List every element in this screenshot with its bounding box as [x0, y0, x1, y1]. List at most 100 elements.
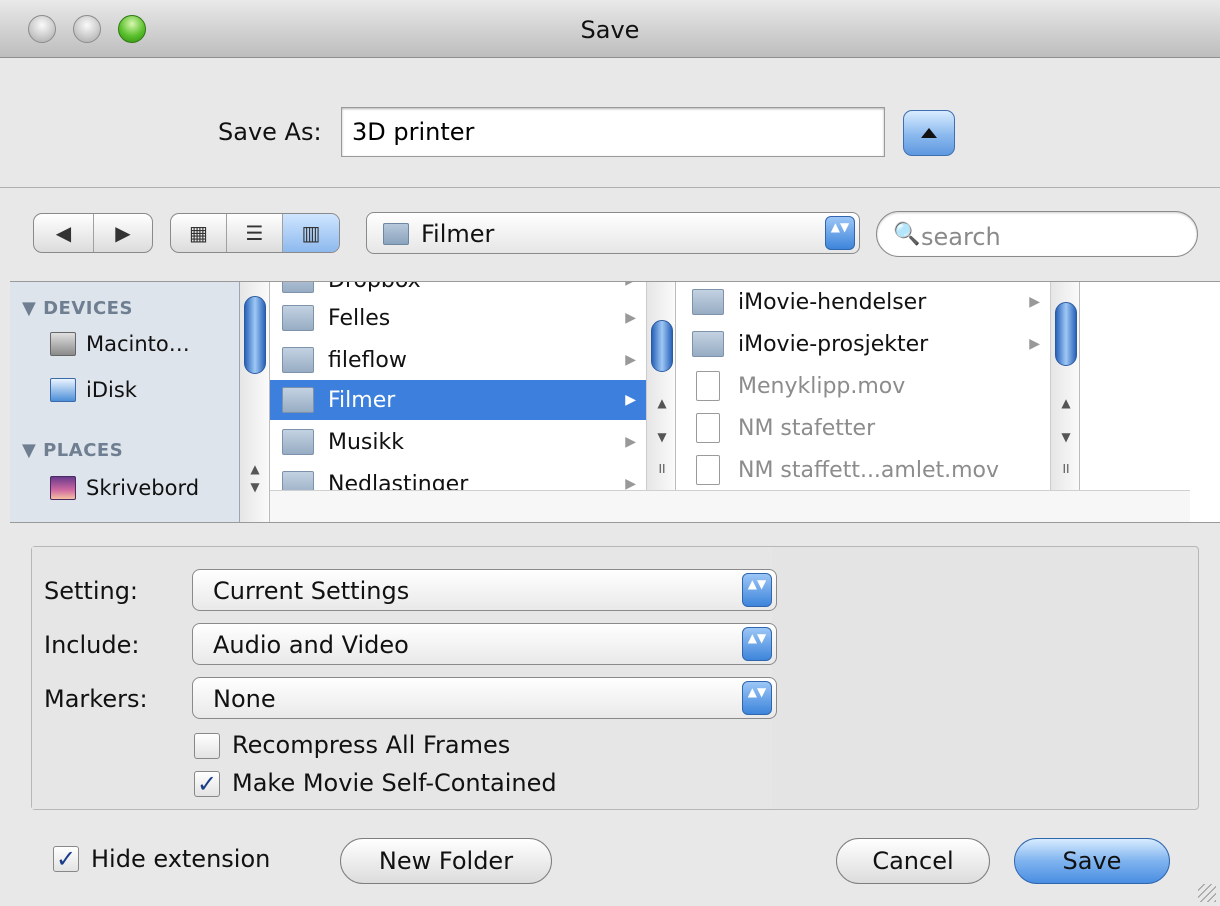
search-icon: 🔍	[893, 222, 921, 247]
save-button[interactable]: Save	[1014, 838, 1170, 884]
music-folder-icon	[282, 429, 314, 455]
include-select[interactable]: Audio and Video ▲▼	[192, 623, 777, 665]
list-item-label: NM stafetter	[738, 415, 876, 441]
scroll-down-icon[interactable]: ▼	[1056, 430, 1076, 446]
cancel-button[interactable]: Cancel	[836, 838, 990, 884]
column-view-button[interactable]: ▥	[283, 214, 339, 252]
sidebar-scrollbar[interactable]: ▲ ▼	[240, 282, 270, 522]
scroll-up-icon[interactable]: ▲	[652, 396, 672, 412]
disclosure-arrow-icon: ▶	[1029, 336, 1040, 352]
movies-folder-icon	[383, 223, 409, 245]
self-contained-checkbox[interactable]: ✓	[194, 771, 220, 797]
disclosure-arrow-icon: ▶	[1029, 294, 1040, 310]
file-browser: ▼ DEVICES Macinto… iDisk ▼ PLACES Skrive…	[10, 281, 1220, 523]
scroll-up-icon[interactable]: ▲	[245, 462, 265, 478]
search-field[interactable]: 🔍 search	[876, 211, 1198, 257]
places-header[interactable]: ▼ PLACES	[22, 440, 123, 461]
disclosure-arrow-icon: ▶	[625, 352, 636, 368]
save-as-label: Save As:	[218, 118, 322, 146]
disclosure-arrow-icon: ▶	[625, 392, 636, 408]
recompress-checkbox[interactable]	[194, 733, 220, 759]
sidebar-item-label: iDisk	[86, 378, 137, 402]
desktop-icon	[50, 476, 76, 500]
list-item[interactable]: iMovie-hendelser ▶	[680, 282, 1050, 322]
list-icon: ☰	[245, 221, 264, 245]
list-item[interactable]: NM stafetter	[680, 408, 1050, 448]
list-item[interactable]: iMovie-prosjekter ▶	[680, 324, 1050, 364]
icon-view-button[interactable]: ▦	[171, 214, 227, 252]
setting-select[interactable]: Current Settings ▲▼	[192, 569, 777, 611]
save-as-area: Save As:	[0, 58, 1220, 188]
hard-drive-icon	[50, 332, 76, 356]
markers-value: None	[213, 685, 276, 713]
columns-icon: ▥	[301, 221, 321, 245]
list-item-label: Filmer	[328, 387, 396, 413]
list-item[interactable]: Menyklipp.mov	[680, 366, 1050, 406]
grid-icon: ▦	[189, 221, 208, 245]
folder-icon	[282, 282, 314, 293]
sidebar-item-label: Skrivebord	[86, 476, 200, 500]
disclosure-up-icon	[921, 128, 937, 138]
resize-grip-icon[interactable]	[1198, 884, 1216, 902]
column-1-scrollbar[interactable]: ▲ ▼ II	[646, 282, 676, 490]
select-stepper-icon: ▲▼	[742, 627, 772, 661]
movie-file-icon	[696, 371, 720, 401]
markers-label: Markers:	[44, 685, 148, 713]
list-item-label: Musikk	[328, 429, 404, 455]
column-2: iMovie-hendelser ▶ iMovie-prosjekter ▶ M…	[680, 282, 1050, 490]
movies-folder-icon	[282, 387, 314, 413]
sidebar-scroll-thumb[interactable]	[244, 296, 266, 374]
list-item-selected[interactable]: Filmer ▶	[270, 380, 646, 420]
column-1-scroll-thumb[interactable]	[651, 320, 673, 372]
sidebar-item-skrivebord[interactable]: Skrivebord	[50, 476, 199, 500]
include-label: Include:	[44, 631, 140, 659]
folder-icon	[692, 289, 724, 315]
sidebar-item-idisk[interactable]: iDisk	[50, 378, 137, 402]
hide-extension-checkbox[interactable]: ✓	[53, 846, 79, 872]
horizontal-scrollbar[interactable]	[270, 490, 1190, 522]
list-item-label: NM staffett...amlet.mov	[738, 457, 1000, 483]
view-mode-control: ▦ ☰ ▥	[170, 213, 340, 253]
column-1: Dropbox ▶ Felles ▶ fileflow ▶ Filmer ▶ M…	[270, 282, 646, 490]
list-item[interactable]: Nedlastinger ▶	[270, 464, 646, 490]
back-button[interactable]: ◀	[34, 214, 94, 252]
disclosure-arrow-icon: ▶	[625, 434, 636, 450]
list-item[interactable]: Musikk ▶	[270, 422, 646, 462]
list-item[interactable]: fileflow ▶	[270, 340, 646, 380]
collapse-dialog-button[interactable]	[903, 110, 955, 156]
column-resize-handle-icon[interactable]: II	[652, 462, 672, 478]
search-placeholder: search	[921, 223, 1001, 251]
disclosure-arrow-icon: ▶	[625, 282, 636, 288]
include-value: Audio and Video	[213, 631, 409, 659]
list-item-label: Dropbox	[328, 282, 421, 293]
list-item[interactable]: NM staffett...amlet.mov	[680, 450, 1050, 490]
recompress-label: Recompress All Frames	[232, 731, 511, 759]
column-2-scroll-thumb[interactable]	[1055, 302, 1077, 366]
movie-file-icon	[696, 455, 720, 485]
scroll-up-icon[interactable]: ▲	[1056, 396, 1076, 412]
sidebar-item-macintosh[interactable]: Macinto…	[50, 332, 190, 356]
forward-button[interactable]: ▶	[94, 214, 152, 252]
shared-folder-icon	[282, 305, 314, 331]
save-as-input[interactable]	[341, 107, 885, 157]
list-item[interactable]: Felles ▶	[270, 298, 646, 338]
folder-icon	[282, 347, 314, 373]
list-view-button[interactable]: ☰	[227, 214, 283, 252]
checkmark-icon: ✓	[55, 845, 77, 873]
scroll-down-icon[interactable]: ▼	[652, 430, 672, 446]
new-folder-button[interactable]: New Folder	[340, 838, 552, 884]
column-resize-handle-icon[interactable]: II	[1056, 462, 1076, 478]
window-title: Save	[580, 16, 640, 44]
back-arrow-icon: ◀	[55, 221, 72, 245]
scroll-down-icon[interactable]: ▼	[245, 480, 265, 496]
devices-header[interactable]: ▼ DEVICES	[22, 298, 133, 319]
location-popup[interactable]: Filmer ▲▼	[366, 212, 860, 254]
title-bar: Save	[0, 0, 1220, 58]
markers-select[interactable]: None ▲▼	[192, 677, 777, 719]
toolbar: ◀ ▶ ▦ ☰ ▥ Filmer ▲▼ 🔍 search	[0, 189, 1220, 281]
back-forward-control: ◀ ▶	[33, 213, 153, 253]
idisk-icon	[50, 378, 76, 402]
forward-arrow-icon: ▶	[115, 221, 131, 245]
column-2-scrollbar[interactable]: ▲ ▼ II	[1050, 282, 1080, 490]
movie-file-icon	[696, 413, 720, 443]
